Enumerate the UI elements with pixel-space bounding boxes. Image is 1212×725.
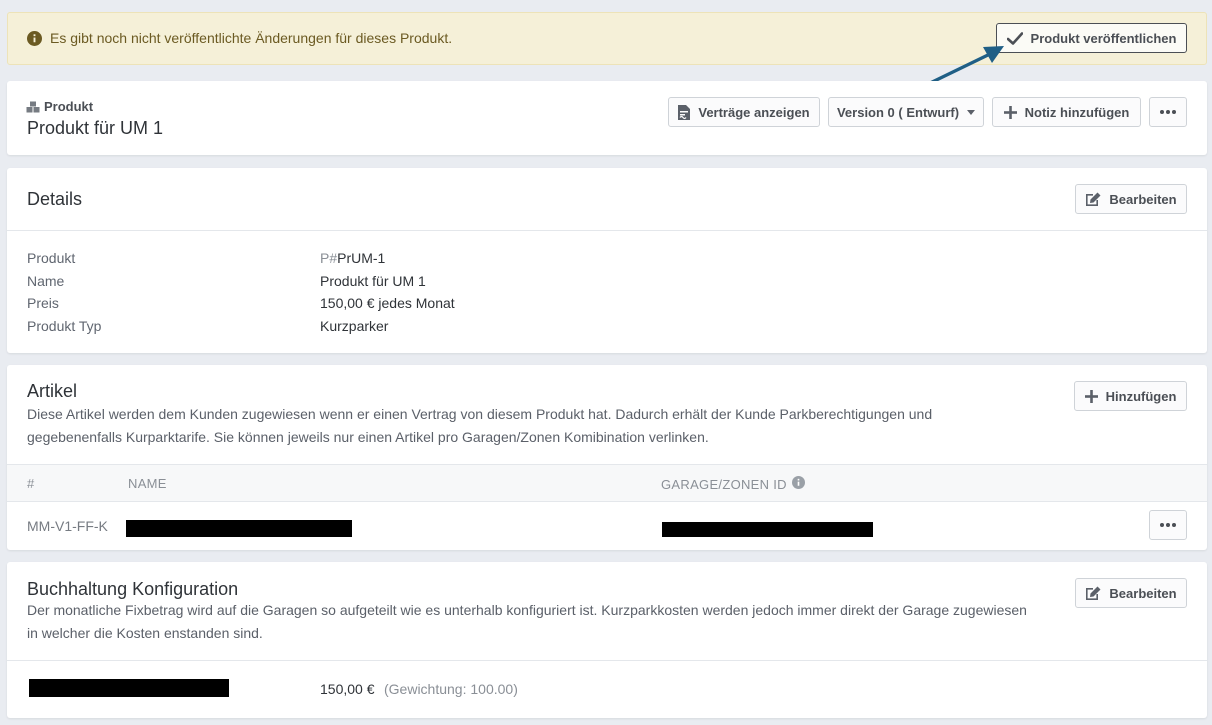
article-id: MM-V1-FF-K: [27, 518, 108, 534]
add-article-label: Hinzufügen: [1105, 388, 1177, 404]
ellipsis-icon: [1160, 523, 1176, 527]
edit-icon: [1085, 192, 1101, 207]
product-header-card: Produkt Produkt für UM 1 Verträge anzeig…: [7, 81, 1207, 155]
cubes-icon: [26, 100, 40, 116]
column-header-garage-zone: GARAGE/ZONEN ID: [661, 476, 805, 492]
articles-card: Artikel Diese Artikel werden dem Kunden …: [7, 365, 1207, 550]
accounting-edit-label: Bearbeiten: [1109, 585, 1177, 601]
column-header-garage-zone-label: GARAGE/ZONEN ID: [661, 476, 787, 492]
detail-label-name: Name: [27, 273, 65, 289]
show-contracts-button[interactable]: Verträge anzeigen: [668, 97, 820, 127]
product-id: PrUM-1: [337, 250, 386, 266]
divider: [7, 230, 1207, 231]
detail-value-type: Kurzparker: [320, 318, 389, 334]
banner-message: Es gibt noch nicht veröffentlichte Änder…: [50, 30, 453, 46]
articles-table-header: # NAME GARAGE/ZONEN ID: [7, 464, 1207, 502]
accounting-weight: (Gewichtung: 100.00): [384, 681, 518, 697]
column-header-number: #: [27, 476, 35, 491]
accounting-edit-button[interactable]: Bearbeiten: [1075, 578, 1187, 608]
redacted-garage-name: [29, 679, 229, 697]
details-edit-button[interactable]: Bearbeiten: [1075, 184, 1187, 214]
details-edit-label: Bearbeiten: [1109, 191, 1177, 207]
edit-icon: [1085, 586, 1101, 601]
detail-value-name: Produkt für UM 1: [320, 273, 426, 289]
publish-product-button[interactable]: Produkt veröffentlichen: [996, 23, 1187, 53]
detail-label-price: Preis: [27, 295, 59, 311]
more-actions-button[interactable]: [1149, 97, 1187, 127]
articles-description: Diese Artikel werden dem Kunden zugewies…: [27, 406, 933, 445]
detail-value-price: 150,00 € jedes Monat: [320, 295, 455, 311]
accounting-description: Der monatliche Fixbetrag wird auf die Ga…: [27, 602, 1027, 641]
page-title: Produkt für UM 1: [27, 118, 164, 138]
articles-title: Artikel: [27, 381, 78, 401]
add-note-label: Notiz hinzufügen: [1024, 104, 1130, 120]
publish-product-label: Produkt veröffentlichen: [1030, 30, 1177, 46]
details-card: Details Bearbeiten Produkt P#PrUM-1 Name…: [7, 168, 1207, 353]
detail-label-product: Produkt: [27, 250, 76, 266]
version-dropdown[interactable]: Version 0 ( Entwurf): [828, 97, 984, 127]
version-label: Version 0 ( Entwurf): [836, 104, 960, 120]
redacted-garage-zone-id: [662, 522, 873, 537]
file-contract-icon: [678, 104, 691, 120]
accounting-title: Buchhaltung Konfiguration: [27, 579, 239, 599]
table-row[interactable]: MM-V1-FF-K: [7, 502, 1207, 548]
product-id-prefix: P#: [320, 250, 338, 266]
ellipsis-icon: [1160, 110, 1176, 114]
caret-down-icon: [967, 109, 976, 115]
detail-label-type: Produkt Typ: [27, 318, 102, 334]
product-type-label: Produkt: [44, 99, 94, 114]
add-article-button[interactable]: Hinzufügen: [1074, 381, 1187, 411]
unpublished-changes-banner: Es gibt noch nicht veröffentlichte Änder…: [7, 12, 1207, 65]
plus-icon: [1084, 389, 1098, 403]
column-header-name: NAME: [128, 476, 167, 491]
info-circle-icon: [27, 31, 42, 49]
show-contracts-label: Verträge anzeigen: [698, 104, 810, 120]
info-circle-icon: [791, 476, 805, 492]
row-more-actions-button[interactable]: [1149, 510, 1187, 540]
detail-value-product: P#PrUM-1: [320, 250, 385, 266]
plus-icon: [1003, 105, 1017, 119]
accounting-amount: 150,00 €: [320, 681, 375, 697]
add-note-button[interactable]: Notiz hinzufügen: [992, 97, 1141, 127]
redacted-article-name: [126, 520, 352, 537]
details-title: Details: [27, 189, 83, 209]
accounting-row: 150,00 € (Gewichtung: 100.00): [7, 661, 1207, 717]
accounting-card: Buchhaltung Konfiguration Der monatliche…: [7, 562, 1207, 718]
